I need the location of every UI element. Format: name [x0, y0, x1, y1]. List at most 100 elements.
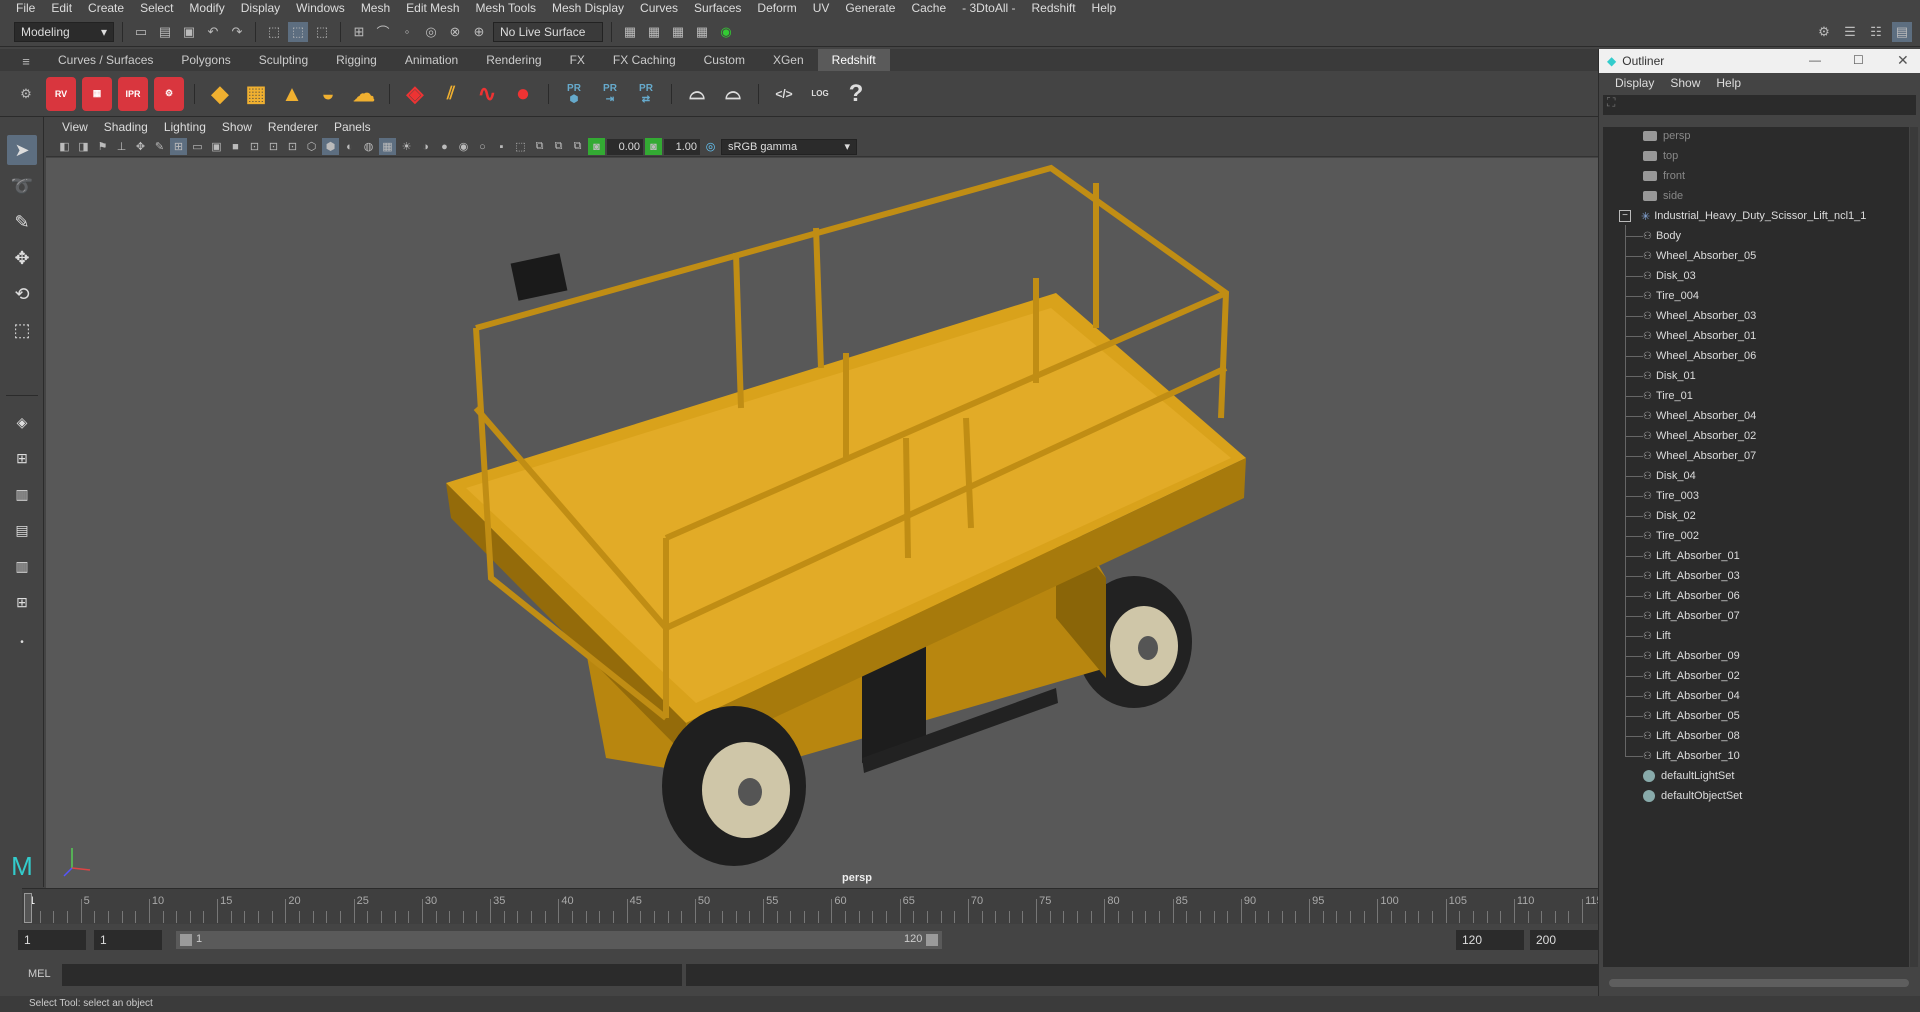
- shelf-tab-animation[interactable]: Animation: [391, 49, 472, 71]
- shelf-tab-rigging[interactable]: Rigging: [322, 49, 391, 71]
- isolate-select-icon[interactable]: ⬚: [512, 138, 529, 155]
- shelf-tab-redshift[interactable]: Redshift: [817, 49, 890, 71]
- redshift-ipr-button[interactable]: IPR: [118, 76, 148, 111]
- outliner-camera-persp[interactable]: persp: [1643, 127, 1691, 145]
- outliner-mesh-item[interactable]: ⚇ Lift_Absorber_06: [1643, 587, 1740, 605]
- hair-button[interactable]: ⫽: [436, 77, 466, 111]
- outliner-mesh-item[interactable]: ⚇ Wheel_Absorber_07: [1643, 447, 1756, 465]
- proxy-button[interactable]: ◈: [400, 77, 430, 111]
- outliner-root-group[interactable]: − ✳ Industrial_Heavy_Duty_Scissor_Lift_ncl…: [1619, 207, 1866, 225]
- outliner-mesh-item[interactable]: ⚇ Disk_04: [1643, 467, 1696, 485]
- log-button[interactable]: LOG: [805, 77, 835, 111]
- viewport-menu-shading[interactable]: Shading: [96, 120, 156, 134]
- gamma-icon[interactable]: ◙: [645, 138, 662, 155]
- redshift-render-button[interactable]: ▦: [82, 76, 112, 111]
- outliner-search-field[interactable]: ⛶: [1603, 95, 1916, 115]
- maximize-icon[interactable]: ☐: [1853, 53, 1864, 67]
- outliner-camera-front[interactable]: front: [1643, 167, 1685, 185]
- max-time-field[interactable]: 200: [1530, 930, 1598, 950]
- persp-outliner-layout-icon[interactable]: ▥: [7, 479, 37, 509]
- attribute-editor-icon[interactable]: ☰: [1840, 22, 1860, 42]
- render-current-icon[interactable]: ▦: [644, 22, 664, 42]
- range-handle-start[interactable]: [180, 934, 192, 946]
- pr-proxy-import-button[interactable]: PR ⇥: [595, 77, 625, 111]
- shelf-tab-curves-surfaces[interactable]: Curves / Surfaces: [44, 49, 167, 71]
- resolution-gate-icon[interactable]: ▣: [208, 138, 225, 155]
- workspace-dropdown[interactable]: Modeling ▾: [14, 21, 114, 42]
- xray-joints-icon[interactable]: ⧉: [550, 138, 567, 155]
- outliner-set-defaultObjectSet[interactable]: defaultObjectSet: [1643, 787, 1742, 805]
- redo-icon[interactable]: ↷: [227, 22, 247, 42]
- outliner-mesh-item[interactable]: ⚇ Lift_Absorber_07: [1643, 607, 1740, 625]
- outliner-mesh-item[interactable]: ⚇ Disk_02: [1643, 507, 1696, 525]
- outliner-mesh-item[interactable]: ⚇ Disk_01: [1643, 367, 1696, 385]
- menu-deform[interactable]: Deform: [749, 0, 804, 17]
- live-surface-field[interactable]: No Live Surface: [493, 21, 603, 42]
- ipr-render-icon[interactable]: ▦: [668, 22, 688, 42]
- textured-icon[interactable]: ▦: [379, 138, 396, 155]
- snap-curve-icon[interactable]: ⌒: [373, 22, 393, 42]
- modeling-toolkit-icon[interactable]: ⚙: [1814, 22, 1834, 42]
- undo-icon[interactable]: ↶: [203, 22, 223, 42]
- collapse-icon[interactable]: −: [1619, 210, 1631, 222]
- shelf-tab-polygons[interactable]: Polygons: [167, 49, 244, 71]
- lasso-tool-icon[interactable]: ➰: [7, 171, 37, 201]
- multisample-aa-icon[interactable]: ○: [474, 138, 491, 155]
- dome-light-button[interactable]: ◒: [313, 77, 343, 111]
- bake-set-button[interactable]: ⌓: [718, 77, 748, 111]
- outliner-mesh-item[interactable]: ⚇ Wheel_Absorber_06: [1643, 347, 1756, 365]
- film-gate-icon[interactable]: ▭: [189, 138, 206, 155]
- outliner-menu-display[interactable]: Display: [1607, 76, 1662, 90]
- shelf-tab-fx[interactable]: FX: [556, 49, 599, 71]
- outliner-mesh-item[interactable]: ⚇ Tire_01: [1643, 387, 1693, 405]
- use-lights-icon[interactable]: ☀: [398, 138, 415, 155]
- snap-grid-icon[interactable]: ⊞: [349, 22, 369, 42]
- safe-action-icon[interactable]: ⊡: [265, 138, 282, 155]
- menu-cache[interactable]: Cache: [903, 0, 954, 17]
- pr-proxy-export-button[interactable]: PR ⬢: [559, 77, 589, 111]
- outliner-mesh-item[interactable]: ⚇ Body: [1643, 227, 1681, 245]
- volume-button[interactable]: ∿: [472, 77, 502, 111]
- grid-toggle-icon[interactable]: ⊞: [170, 138, 187, 155]
- outliner-mesh-item[interactable]: ⚇ Lift_Absorber_08: [1643, 727, 1740, 745]
- outliner-mesh-item[interactable]: ⚇ Lift_Absorber_05: [1643, 707, 1740, 725]
- save-scene-icon[interactable]: ▣: [179, 22, 199, 42]
- outliner-mesh-item[interactable]: ⚇ Lift_Absorber_02: [1643, 667, 1740, 685]
- motion-blur-icon[interactable]: ◉: [455, 138, 472, 155]
- move-tool-icon[interactable]: ✥: [7, 243, 37, 273]
- outliner-mesh-item[interactable]: ⚇ Lift_Absorber_10: [1643, 747, 1740, 765]
- select-hierarchy-icon[interactable]: ⬚: [264, 22, 284, 42]
- more-layouts-icon[interactable]: •: [7, 627, 37, 657]
- menu-uv[interactable]: UV: [805, 0, 838, 17]
- paint-select-tool-icon[interactable]: ✎: [7, 207, 37, 237]
- snap-view-icon[interactable]: ◎: [421, 22, 441, 42]
- xray-icon[interactable]: ⧉: [531, 138, 548, 155]
- start-time-field[interactable]: 1: [18, 930, 86, 950]
- menu-redshift[interactable]: Redshift: [1024, 0, 1084, 17]
- menu-surfaces[interactable]: Surfaces: [686, 0, 749, 17]
- menu-windows[interactable]: Windows: [288, 0, 353, 17]
- select-object-icon[interactable]: ⬚: [288, 21, 308, 42]
- script-button[interactable]: </>: [769, 77, 799, 111]
- help-button[interactable]: ?: [841, 77, 871, 111]
- time-slider[interactable]: 1 5 10 15 20 25 30 35 40 45 50 55 60 65 70 75 80 85 90 95 10…: [22, 888, 1603, 924]
- portal-light-button[interactable]: ▦: [241, 77, 271, 111]
- default-material-icon[interactable]: ◐: [341, 138, 358, 155]
- shelf-options-icon[interactable]: ⚙: [16, 84, 36, 104]
- exposure-field[interactable]: 0.00: [607, 138, 643, 155]
- exposure-icon[interactable]: ◙: [588, 138, 605, 155]
- current-start-field[interactable]: 1: [94, 930, 162, 950]
- gamma-field[interactable]: 1.00: [664, 138, 700, 155]
- new-scene-icon[interactable]: ▭: [131, 22, 151, 42]
- view-transform-dropdown[interactable]: sRGB gamma ▾: [721, 138, 857, 155]
- menu-generate[interactable]: Generate: [837, 0, 903, 17]
- menu-edit[interactable]: Edit: [43, 0, 80, 17]
- perspective-viewport[interactable]: persp: [46, 158, 1598, 888]
- menu-mesh-display[interactable]: Mesh Display: [544, 0, 632, 17]
- gate-mask-icon[interactable]: ■: [227, 138, 244, 155]
- sphere-material-button[interactable]: ●: [508, 77, 538, 111]
- select-component-icon[interactable]: ⬚: [312, 22, 332, 42]
- hypershade-layout-icon[interactable]: ▥: [7, 551, 37, 581]
- outliner-mesh-item[interactable]: ⚇ Tire_002: [1643, 527, 1699, 545]
- menu-help[interactable]: Help: [1084, 0, 1125, 17]
